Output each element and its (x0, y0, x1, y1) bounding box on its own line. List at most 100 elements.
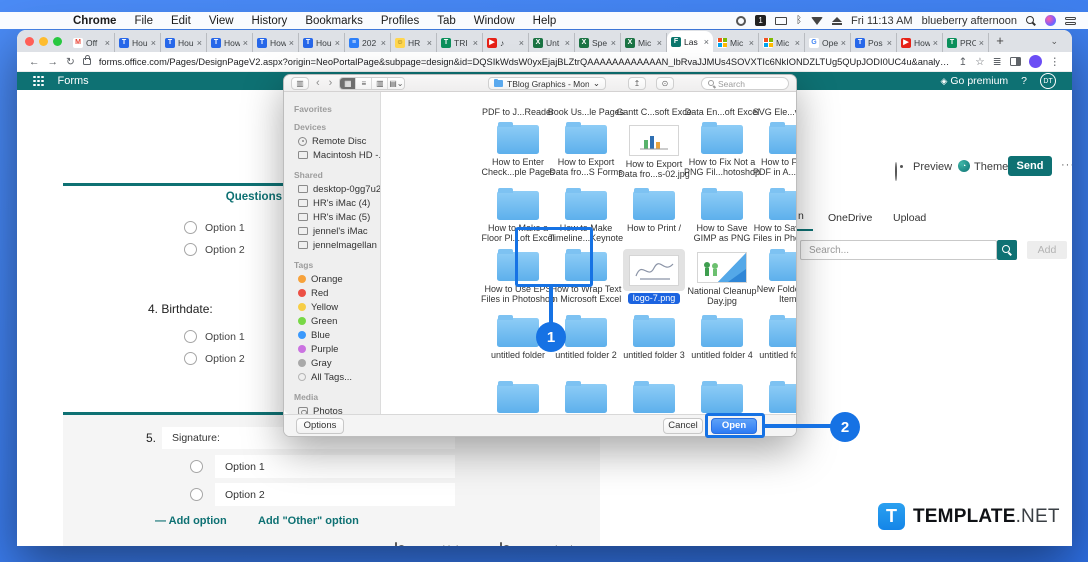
menubar-clock[interactable]: Fri 11:13 AM (851, 15, 913, 27)
app-status-icon[interactable] (736, 16, 746, 26)
share-icon[interactable]: ↥ (958, 56, 967, 68)
tab-close-icon[interactable]: × (795, 38, 800, 48)
required-toggle[interactable] (500, 542, 502, 546)
browser-tab-16[interactable]: GOpe× (805, 33, 851, 52)
icon-view-button[interactable]: ▦ (340, 78, 356, 89)
form-more-button[interactable]: ··· (1061, 159, 1072, 171)
account-avatar[interactable]: DT (1040, 73, 1056, 89)
wifi-icon[interactable] (811, 17, 823, 25)
tab-fragment[interactable]: n (798, 210, 804, 222)
side-panel-icon[interactable] (1010, 57, 1021, 66)
go-premium-button[interactable]: ◈ Go premium (941, 75, 1009, 87)
option-row[interactable]: Option 1 (184, 221, 245, 234)
tab-close-icon[interactable]: × (611, 38, 616, 48)
menu-profiles[interactable]: Profiles (372, 15, 428, 27)
browser-tab-3[interactable]: THow× (207, 33, 253, 52)
tab-upload[interactable]: Upload (893, 212, 926, 224)
image-search-button[interactable] (997, 240, 1017, 260)
send-button[interactable]: Send (1008, 156, 1052, 176)
dialog-search-field[interactable]: Search (701, 77, 789, 90)
file-folder[interactable]: untitled folder 11 (745, 381, 796, 414)
question4-label[interactable]: 4. Birthdate: (148, 302, 213, 316)
browser-tab-15[interactable]: Mic× (759, 33, 805, 52)
browser-tab-18[interactable]: ▶How× (897, 33, 943, 52)
tab-close-icon[interactable]: × (427, 38, 432, 48)
option-row[interactable]: Option 2 (184, 243, 245, 256)
image-search-input[interactable] (800, 240, 997, 260)
app-title[interactable]: Forms (58, 75, 89, 87)
sidebar-item[interactable]: Purple (284, 342, 380, 356)
tab-close-icon[interactable]: × (749, 38, 754, 48)
menu-window[interactable]: Window (465, 15, 524, 27)
preview-button[interactable]: Preview (913, 161, 952, 173)
tab-close-icon[interactable]: × (243, 38, 248, 48)
folder-dropdown[interactable]: TBlog Graphics - Month... ⌄ (488, 77, 606, 90)
menu-bookmarks[interactable]: Bookmarks (296, 15, 372, 27)
sidebar-item[interactable]: desktop-0gg7u2a (284, 182, 380, 196)
lock-icon[interactable] (83, 58, 91, 65)
tab-close-icon[interactable]: × (979, 38, 984, 48)
multiple-answers-toggle[interactable] (395, 542, 397, 546)
radio-icon[interactable] (184, 221, 197, 234)
tab-close-icon[interactable]: × (151, 38, 156, 48)
close-window-button[interactable] (25, 37, 34, 46)
forward-icon[interactable]: → (48, 56, 59, 68)
sidebar-item[interactable]: HR's iMac (5) (284, 210, 380, 224)
sidebar-item[interactable]: Yellow (284, 300, 380, 314)
radio-icon[interactable] (184, 352, 197, 365)
menu-edit[interactable]: Edit (162, 15, 200, 27)
menu-history[interactable]: History (243, 15, 297, 27)
menu-view[interactable]: View (200, 15, 243, 27)
eject-icon[interactable] (832, 17, 842, 25)
reload-icon[interactable]: ↻ (66, 56, 75, 68)
tab-close-icon[interactable]: × (565, 38, 570, 48)
radio-icon[interactable] (190, 488, 203, 501)
option-row[interactable]: Option 2 (184, 352, 245, 365)
menu-chrome[interactable]: Chrome (64, 15, 125, 27)
option-field[interactable]: Option 2 (215, 483, 455, 506)
browser-profile-avatar[interactable] (1029, 55, 1042, 68)
menu-help[interactable]: Help (524, 15, 566, 27)
gallery-view-button[interactable]: ▤⌄ (388, 78, 404, 89)
sidebar-item[interactable]: Orange (284, 272, 380, 286)
radio-icon[interactable] (184, 330, 197, 343)
tab-close-icon[interactable]: × (289, 38, 294, 48)
tab-close-icon[interactable]: × (197, 38, 202, 48)
forward-chevron-icon[interactable]: › (327, 77, 335, 89)
tab-close-icon[interactable]: × (105, 38, 110, 48)
browser-tab-9[interactable]: ▶♪× (483, 33, 529, 52)
sidebar-item[interactable]: Remote Disc (284, 134, 380, 148)
bluetooth-icon[interactable]: ᛒ (796, 15, 802, 26)
browser-tab-7[interactable]: ☺HR× (391, 33, 437, 52)
cancel-button[interactable]: Cancel (663, 418, 703, 434)
tab-close-icon[interactable]: × (473, 38, 478, 48)
back-chevron-icon[interactable]: ‹ (314, 77, 322, 89)
browser-tab-12[interactable]: XMic× (621, 33, 667, 52)
add-option-button[interactable]: — Add option (155, 515, 227, 527)
address-url[interactable]: forms.office.com/Pages/DesignPageV2.aspx… (99, 57, 951, 67)
browser-tab-1[interactable]: THou× (115, 33, 161, 52)
tab-close-icon[interactable]: × (519, 38, 524, 48)
radio-icon[interactable] (184, 243, 197, 256)
tab-close-icon[interactable]: × (657, 38, 662, 48)
dialog-tags-icon[interactable]: ⊙ (656, 77, 674, 90)
display-icon[interactable] (775, 17, 787, 25)
tab-close-icon[interactable]: × (841, 38, 846, 48)
sidebar-item[interactable]: HR's iMac (4) (284, 196, 380, 210)
sidebar-toggle-icon[interactable]: ▥ (291, 77, 309, 90)
dialog-share-icon[interactable]: ↥ (628, 77, 646, 90)
browser-tab-2[interactable]: THou× (161, 33, 207, 52)
sidebar-item[interactable]: jennelmagellan (284, 238, 380, 252)
file-folder[interactable]: New Folder With Items (745, 249, 796, 304)
radio-icon[interactable] (190, 460, 203, 473)
tab-questions[interactable]: Questions (197, 191, 282, 203)
browser-tab-6[interactable]: ≡202× (345, 33, 391, 52)
browser-tab-5[interactable]: THou× (299, 33, 345, 52)
browser-menu-icon[interactable]: ⋮ (1050, 56, 1061, 68)
reading-list-icon[interactable]: ≣ (993, 56, 1002, 68)
siri-icon[interactable] (1045, 15, 1056, 26)
new-tab-button[interactable]: + (989, 30, 1011, 52)
bookmark-star-icon[interactable]: ☆ (975, 56, 984, 68)
browser-tab-10[interactable]: XUnt× (529, 33, 575, 52)
file-folder[interactable]: untitled folder 5 (745, 315, 796, 361)
